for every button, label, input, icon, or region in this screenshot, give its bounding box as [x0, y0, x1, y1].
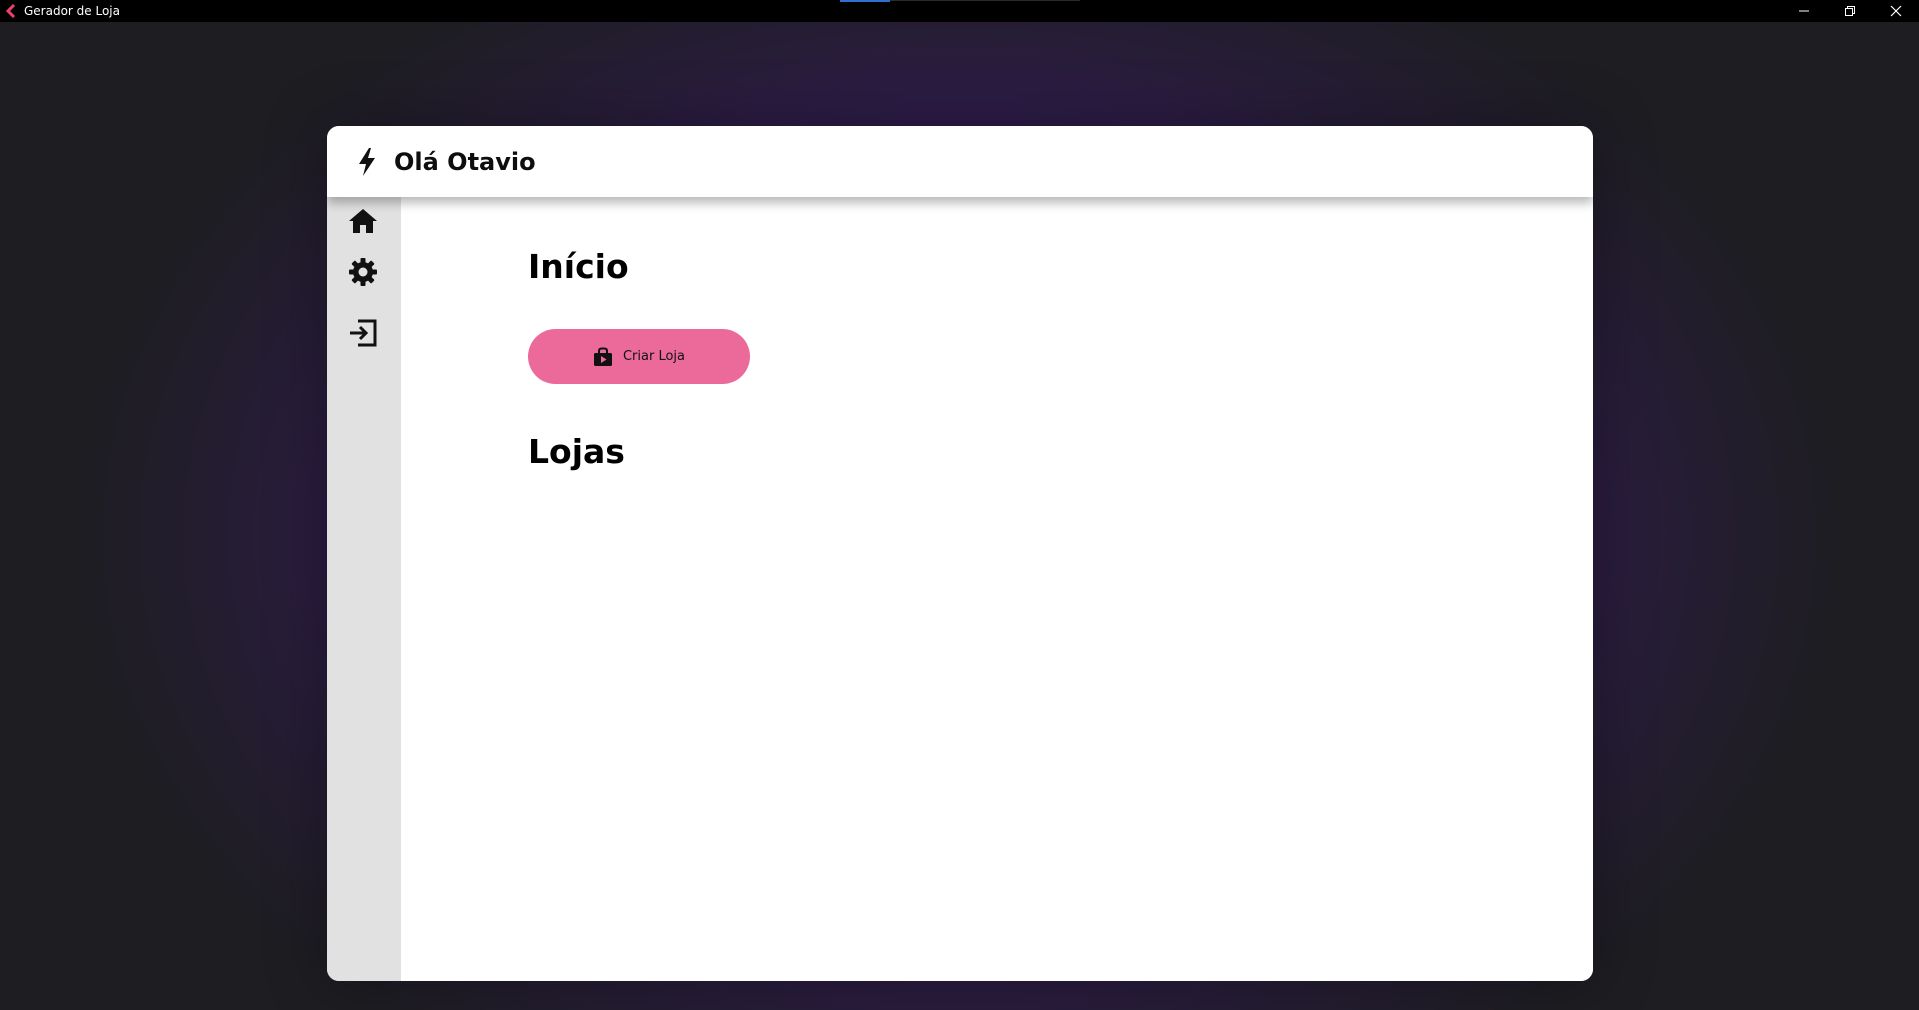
- app-card: Olá Otavio Início Criar Loja Lojas: [327, 126, 1593, 981]
- restore-icon: [1845, 6, 1855, 16]
- sidebar: [327, 197, 401, 981]
- page-title: Início: [528, 247, 629, 286]
- window-titlebar: Gerador de Loja: [0, 0, 1919, 22]
- create-store-button[interactable]: Criar Loja: [528, 329, 750, 384]
- chevron-left-icon: [4, 4, 18, 18]
- app-header: Olá Otavio: [327, 126, 1593, 197]
- window-controls: [1781, 0, 1919, 22]
- titlebar-accent: [840, 0, 890, 2]
- restore-button[interactable]: [1827, 0, 1873, 22]
- minimize-button[interactable]: [1781, 0, 1827, 22]
- greeting-title: Olá Otavio: [394, 147, 536, 176]
- close-icon: [1890, 5, 1902, 17]
- logout-icon: [350, 319, 377, 347]
- gear-icon: [349, 258, 377, 286]
- stores-heading: Lojas: [528, 432, 625, 471]
- minimize-icon: [1799, 10, 1809, 12]
- titlebar-track: [890, 0, 1080, 1]
- shopping-bag-icon: [593, 347, 613, 367]
- window-title: Gerador de Loja: [24, 4, 120, 18]
- close-button[interactable]: [1873, 0, 1919, 22]
- home-icon: [349, 209, 377, 233]
- create-store-label: Criar Loja: [622, 349, 686, 364]
- sidebar-item-settings[interactable]: [343, 252, 383, 292]
- main-content: Início Criar Loja Lojas: [401, 197, 1593, 981]
- app-background: Olá Otavio Início Criar Loja Lojas: [0, 22, 1919, 1010]
- sidebar-item-home[interactable]: [343, 201, 383, 241]
- sidebar-item-logout[interactable]: [343, 313, 383, 353]
- lightning-bolt-icon: [356, 147, 378, 177]
